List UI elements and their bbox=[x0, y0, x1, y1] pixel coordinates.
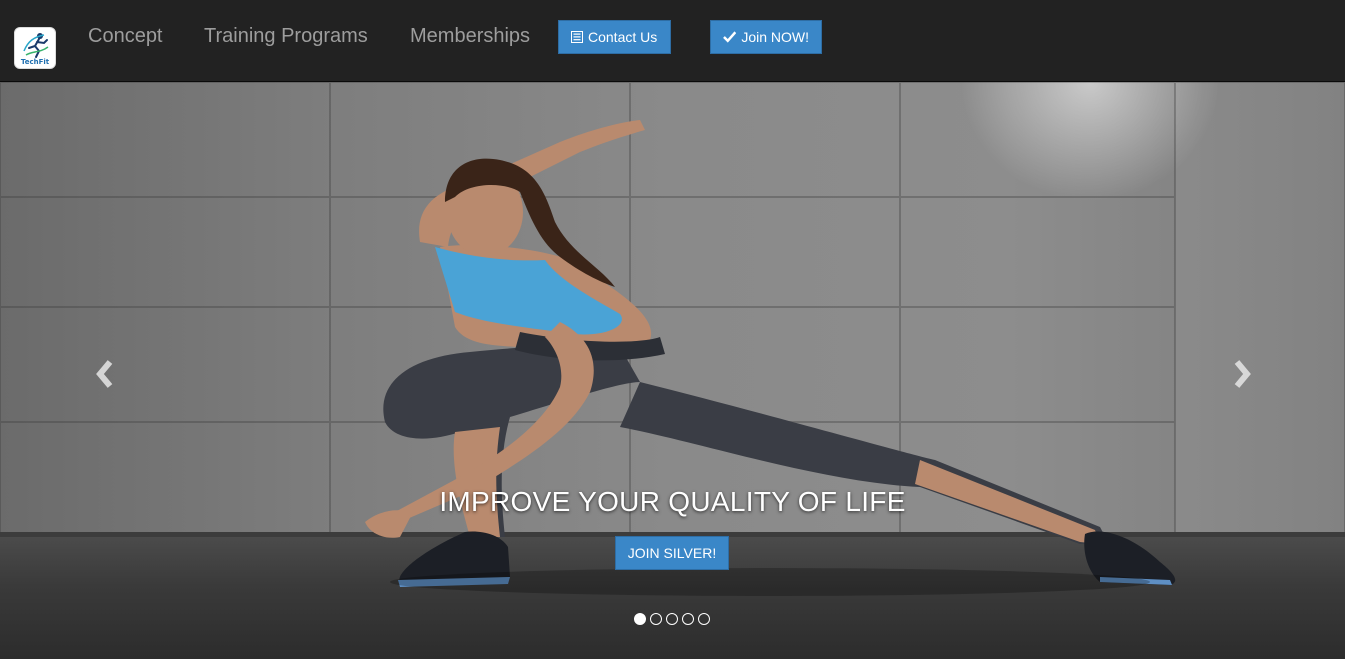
nav-link-memberships[interactable]: Memberships bbox=[410, 25, 530, 48]
carousel-indicator-3[interactable] bbox=[666, 613, 678, 625]
carousel-indicator-1[interactable] bbox=[634, 613, 646, 625]
chevron-left-icon bbox=[96, 360, 113, 388]
carousel-indicator-4[interactable] bbox=[682, 613, 694, 625]
athlete-hero-image bbox=[365, 120, 1176, 596]
nav-link-concept[interactable]: Concept bbox=[88, 25, 163, 48]
carousel-indicators bbox=[634, 613, 710, 625]
carousel-next-button[interactable] bbox=[1227, 354, 1257, 394]
join-now-button[interactable]: Join NOW! bbox=[710, 20, 822, 54]
top-navbar: TechFit Concept Training Programs Member… bbox=[0, 0, 1345, 82]
join-silver-button[interactable]: JOIN SILVER! bbox=[615, 536, 729, 570]
carousel-caption-title: IMPROVE YOUR QUALITY OF LIFE bbox=[439, 486, 906, 517]
contact-us-label: Contact Us bbox=[588, 29, 658, 45]
hero-carousel: IMPROVE YOUR QUALITY OF LIFE JOIN SILVER… bbox=[0, 82, 1345, 659]
logo-text: TechFit bbox=[20, 58, 50, 66]
runner-logo-icon bbox=[23, 33, 49, 58]
contact-us-button[interactable]: Contact Us bbox=[558, 20, 671, 54]
check-icon bbox=[723, 31, 737, 43]
carousel-indicator-2[interactable] bbox=[650, 613, 662, 625]
carousel-prev-button[interactable] bbox=[90, 354, 120, 394]
brand-logo[interactable]: TechFit bbox=[14, 27, 56, 69]
list-alt-icon bbox=[571, 31, 583, 43]
nav-link-training-programs[interactable]: Training Programs bbox=[204, 25, 368, 48]
chevron-right-icon bbox=[1234, 360, 1251, 388]
join-now-label: Join NOW! bbox=[741, 29, 809, 45]
carousel-indicator-5[interactable] bbox=[698, 613, 710, 625]
